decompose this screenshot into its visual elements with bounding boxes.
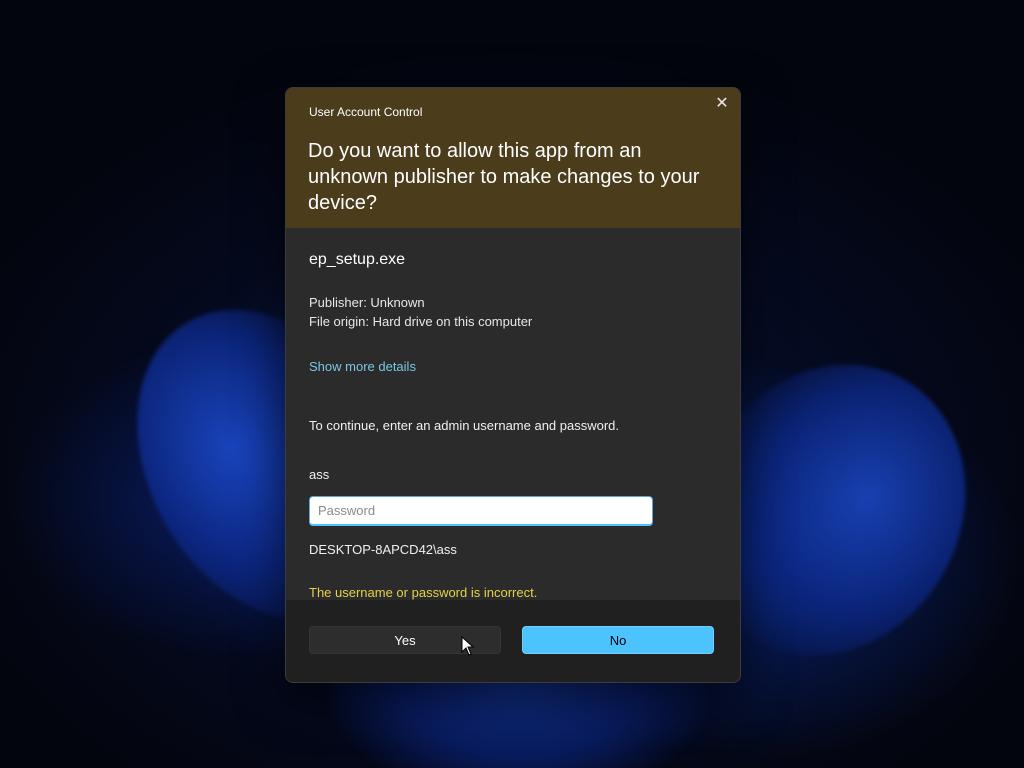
file-origin-label: File origin: Hard drive on this computer [309, 314, 533, 329]
dialog-title: User Account Control [309, 105, 423, 119]
error-message: The username or password is incorrect. [309, 585, 538, 600]
close-icon: ✕ [715, 95, 729, 112]
close-button[interactable]: ✕ [712, 94, 732, 114]
mouse-pointer-icon [461, 636, 475, 656]
no-button[interactable]: No [522, 626, 714, 654]
publisher-info: Publisher: Unknown File origin: Hard dri… [309, 293, 532, 331]
publisher-label: Publisher: Unknown [309, 295, 425, 310]
credential-instruction: To continue, enter an admin username and… [309, 418, 620, 433]
domain-username: DESKTOP-8APCD42\ass [309, 542, 457, 557]
show-more-details-link[interactable]: Show more details [309, 359, 416, 374]
username-label: ass [309, 467, 330, 482]
dialog-header: User Account Control ✕ Do you want to al… [286, 88, 740, 228]
dialog-footer: Yes No [286, 600, 740, 682]
uac-dialog: User Account Control ✕ Do you want to al… [285, 87, 741, 683]
password-field[interactable] [309, 496, 653, 526]
app-name: ep_setup.exe [309, 251, 406, 268]
uac-question: Do you want to allow this app from an un… [308, 140, 700, 214]
